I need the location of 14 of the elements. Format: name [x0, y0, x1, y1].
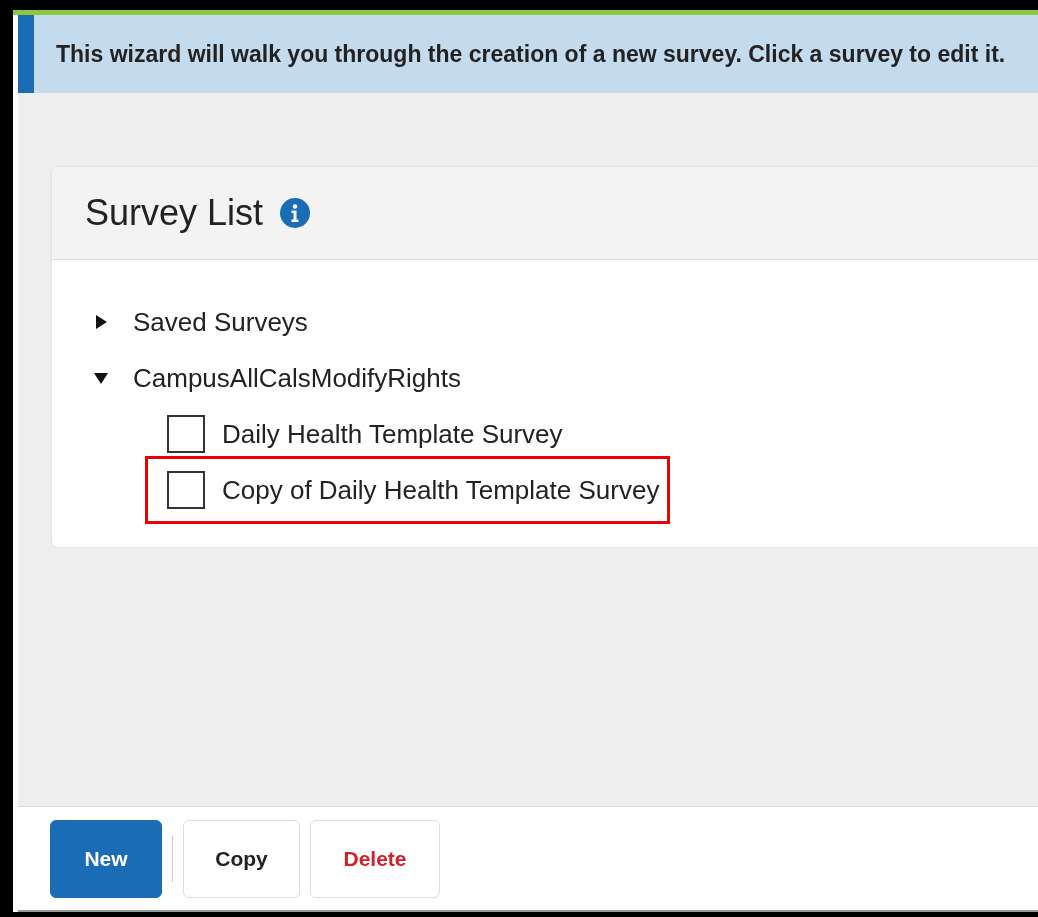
banner-text: This wizard will walk you through the creation of a new survey. Click a survey to edit it. [56, 40, 1006, 68]
checkbox[interactable] [167, 415, 205, 453]
action-button[interactable]: New [50, 819, 162, 898]
action-button[interactable]: Copy [183, 819, 300, 898]
action-button[interactable]: Delete [310, 819, 440, 898]
folder-label[interactable]: CampusAllCalsModifyRights [133, 362, 461, 394]
caret-right-icon[interactable] [94, 315, 108, 329]
caret-down-icon[interactable] [94, 371, 108, 385]
info-icon[interactable] [279, 197, 312, 229]
folder-label[interactable]: Saved Surveys [133, 306, 308, 338]
survey-label[interactable]: Daily Health Template Survey [222, 418, 563, 450]
survey-label[interactable]: Copy of Daily Health Template Survey [222, 474, 660, 506]
checkbox[interactable] [167, 471, 205, 509]
panel-title: Survey List [85, 192, 264, 234]
